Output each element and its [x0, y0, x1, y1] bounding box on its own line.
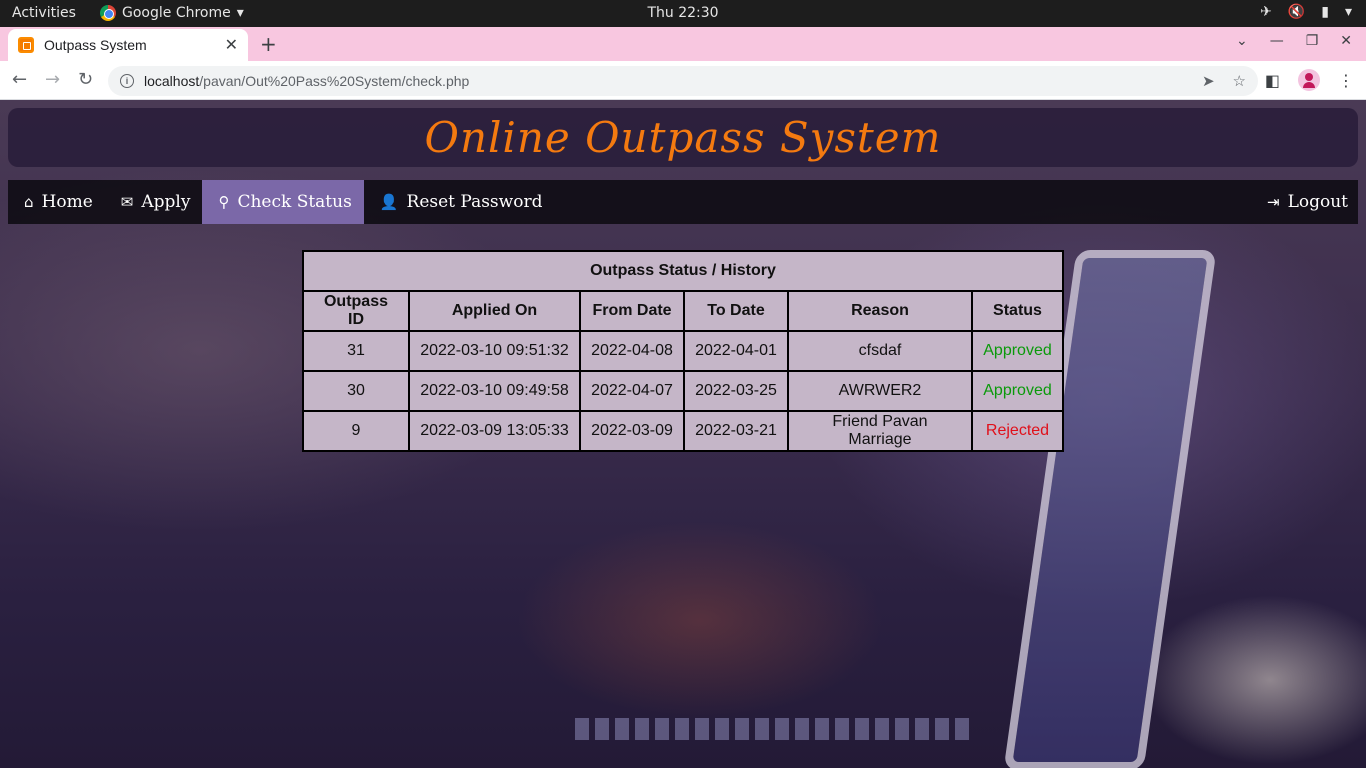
cell-to-date: 2022-03-21 [683, 410, 789, 452]
reload-icon[interactable]: ↻ [78, 69, 93, 90]
cell-from-date: 2022-04-07 [579, 370, 685, 412]
nav-apply[interactable]: ✉ Apply [105, 180, 203, 224]
xampp-favicon-icon [18, 37, 34, 53]
nav-spacer [554, 180, 1251, 224]
cell-outpass-id: 30 [302, 370, 410, 412]
table-row: 31 2022-03-10 09:51:32 2022-04-08 2022-0… [302, 330, 1064, 372]
browser-tab[interactable]: Outpass System ✕ [8, 29, 248, 61]
cell-outpass-id: 31 [302, 330, 410, 372]
sign-in-icon: ⇥ [1267, 193, 1280, 211]
window-controls: ⌄ — ❐ ✕ [1236, 33, 1352, 49]
cell-to-date: 2022-04-01 [683, 330, 789, 372]
chrome-menu-icon[interactable]: ⋮ [1338, 71, 1354, 90]
nav-logout[interactable]: ⇥ Logout [1251, 180, 1358, 224]
cell-reason: AWRWER2 [787, 370, 973, 412]
cell-status: Rejected [971, 410, 1064, 452]
cell-status: Approved [971, 330, 1064, 372]
table-row: 9 2022-03-09 13:05:33 2022-03-09 2022-03… [302, 410, 1064, 452]
cell-applied-on: 2022-03-10 09:51:32 [408, 330, 581, 372]
clock[interactable]: Thu 22:30 [0, 5, 1366, 21]
home-icon: ⌂ [24, 193, 34, 211]
forward-arrow-icon[interactable]: → [45, 69, 60, 90]
column-header: Outpass ID [302, 290, 410, 332]
minimize-icon[interactable]: — [1270, 33, 1284, 49]
user-icon: 👤 [379, 193, 399, 211]
nav-check-status[interactable]: ⚲ Check Status [202, 180, 364, 224]
close-tab-icon[interactable]: ✕ [225, 35, 238, 55]
volume-muted-icon: 🔇 [1287, 4, 1306, 20]
background-dock [575, 718, 975, 740]
system-menu-caret-icon: ▾ [1344, 4, 1352, 20]
table-header-row: Outpass ID Applied On From Date To Date … [302, 290, 1064, 332]
table-caption-row: Outpass Status / History [302, 250, 1064, 292]
tab-strip: Outpass System ✕ + ⌄ — ❐ ✕ [0, 27, 1366, 61]
table-row: 30 2022-03-10 09:49:58 2022-04-07 2022-0… [302, 370, 1064, 412]
browser-toolbar: ← → ↻ i localhost /pavan/Out%20Pass%20Sy… [0, 61, 1366, 100]
cell-status: Approved [971, 370, 1064, 412]
table-caption: Outpass Status / History [302, 250, 1064, 292]
system-top-bar: Activities Google Chrome ▾ Thu 22:30 ✈ 🔇… [0, 0, 1366, 27]
cell-from-date: 2022-04-08 [579, 330, 685, 372]
column-header: Applied On [408, 290, 581, 332]
tab-title: Outpass System [44, 37, 147, 53]
main-navbar: ⌂ Home ✉ Apply ⚲ Check Status 👤 Reset Pa… [8, 180, 1358, 224]
cell-applied-on: 2022-03-10 09:49:58 [408, 370, 581, 412]
site-header: Online Outpass System [8, 108, 1358, 167]
bookmark-star-icon[interactable]: ☆ [1233, 72, 1246, 90]
battery-icon: ▮ [1321, 4, 1329, 20]
nav-check-status-label: Check Status [237, 192, 352, 212]
address-bar[interactable]: i localhost /pavan/Out%20Pass%20System/c… [108, 66, 1258, 96]
restore-icon[interactable]: ❐ [1306, 33, 1319, 49]
cell-applied-on: 2022-03-09 13:05:33 [408, 410, 581, 452]
cell-reason: Friend Pavan Marriage [787, 410, 973, 452]
url-path: /pavan/Out%20Pass%20System/check.php [199, 73, 470, 89]
cell-reason: cfsdaf [787, 330, 973, 372]
column-header: From Date [579, 290, 685, 332]
nav-reset-password-label: Reset Password [406, 192, 543, 212]
nav-home-label: Home [41, 192, 93, 212]
new-tab-icon[interactable]: + [260, 32, 277, 56]
search-icon: ⚲ [218, 193, 230, 211]
outpass-status-table: Outpass Status / History Outpass ID Appl… [302, 250, 1064, 452]
tab-search-icon[interactable]: ⌄ [1236, 33, 1248, 49]
page-content: Online Outpass System ⌂ Home ✉ Apply ⚲ C… [0, 100, 1366, 768]
nav-reset-password[interactable]: 👤 Reset Password [364, 180, 555, 224]
column-header: Reason [787, 290, 973, 332]
close-window-icon[interactable]: ✕ [1340, 33, 1352, 49]
nav-logout-label: Logout [1287, 192, 1348, 212]
site-info-icon[interactable]: i [120, 74, 134, 88]
send-icon[interactable]: ➤ [1202, 72, 1215, 90]
column-header: Status [971, 290, 1064, 332]
system-tray[interactable]: ✈ 🔇 ▮ ▾ [1260, 4, 1352, 20]
site-title: Online Outpass System [424, 113, 942, 162]
cell-from-date: 2022-03-09 [579, 410, 685, 452]
cell-outpass-id: 9 [302, 410, 410, 452]
back-arrow-icon[interactable]: ← [12, 69, 27, 90]
envelope-icon: ✉ [120, 193, 134, 211]
nav-home[interactable]: ⌂ Home [8, 180, 105, 224]
column-header: To Date [683, 290, 789, 332]
url-host: localhost [144, 73, 200, 89]
cell-to-date: 2022-03-25 [683, 370, 789, 412]
nav-apply-label: Apply [141, 192, 191, 212]
profile-avatar-icon[interactable] [1298, 69, 1320, 91]
airplane-icon: ✈ [1260, 4, 1272, 20]
side-panel-icon[interactable]: ◧ [1265, 71, 1280, 90]
